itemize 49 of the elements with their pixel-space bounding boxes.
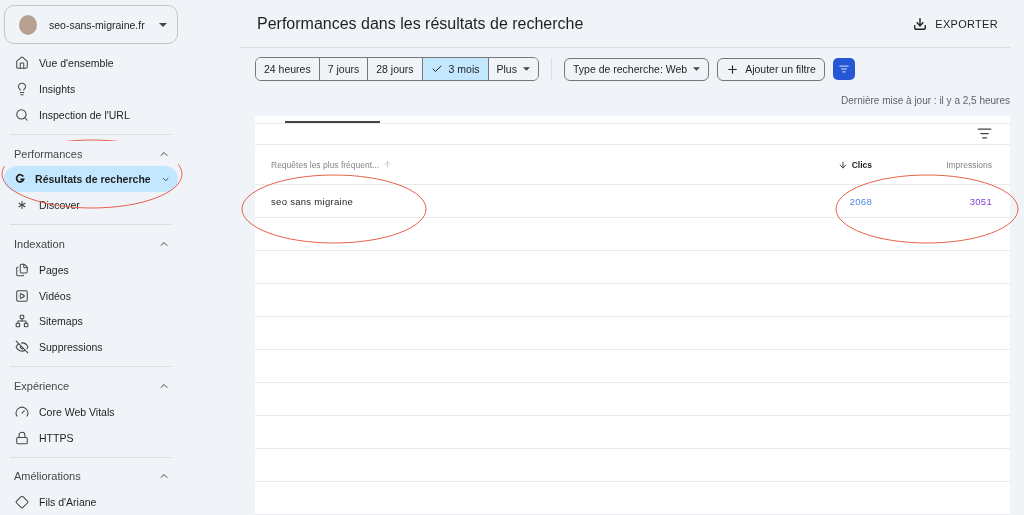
- column-header[interactable]: Impressions: [946, 159, 992, 170]
- sort-down-icon: [837, 159, 848, 170]
- export-button[interactable]: EXPORTER: [907, 15, 1004, 32]
- download-icon: [913, 16, 928, 31]
- home-icon: [15, 56, 29, 71]
- sidebar-item[interactable]: Sitemaps: [4, 308, 178, 335]
- sidebar-item[interactable]: Suppressions: [4, 334, 178, 361]
- filter-button[interactable]: [832, 58, 855, 80]
- table-cell: 3051: [969, 195, 992, 207]
- add-filter-button[interactable]: Ajouter un filtre: [717, 57, 825, 81]
- sidebar-item[interactable]: Inspection de l'URL: [4, 101, 178, 128]
- gauge-icon: [15, 404, 29, 419]
- lock-icon: [15, 430, 29, 445]
- dropdown-caret-icon: [693, 67, 701, 71]
- dropdown-caret-icon: [159, 22, 167, 27]
- table-cell: 2068: [849, 195, 872, 207]
- sidebar-item[interactable]: Résultats de recherche: [4, 166, 178, 193]
- date-range-button[interactable]: Plus: [487, 58, 538, 80]
- filter-icon[interactable]: [977, 126, 992, 142]
- pages-icon: [15, 262, 29, 277]
- diamond-icon: [15, 495, 29, 510]
- eye-off-icon: [15, 340, 29, 355]
- plus-icon: [726, 62, 740, 76]
- table-cell: seo sans migraine: [271, 195, 354, 207]
- sidebar-item[interactable]: Vue d'ensemble: [4, 50, 178, 77]
- sidebar-item[interactable]: Pages: [4, 256, 178, 283]
- sitemap-icon: [15, 314, 29, 329]
- sidebar-item[interactable]: HTTPS: [4, 424, 178, 451]
- column-header[interactable]: Clics: [837, 159, 872, 170]
- filter-icon: [838, 63, 849, 75]
- search-type-dropdown[interactable]: Type de recherche: Web: [563, 57, 710, 81]
- lightbulb-icon: [15, 82, 29, 96]
- section-header[interactable]: Performances: [4, 140, 178, 167]
- date-range-button[interactable]: 3 mois: [421, 58, 488, 80]
- search-icon: [15, 107, 29, 122]
- sidebar-item[interactable]: Vidéos: [4, 282, 178, 309]
- video-icon: [15, 288, 29, 303]
- sidebar-item[interactable]: Core Web Vitals: [4, 398, 178, 425]
- sidebar-item[interactable]: Discover: [4, 192, 178, 219]
- sort-up-icon: [383, 160, 393, 169]
- check-icon: [430, 63, 443, 75]
- sidebar-item[interactable]: Fils d'Ariane: [4, 489, 178, 515]
- dropdown-caret-icon: [522, 67, 530, 71]
- last-update-text: Dernière mise à jour : il y a 2,5 heures: [841, 95, 1010, 106]
- property-selector[interactable]: seo-sans-migraine.fr: [4, 5, 178, 45]
- sidebar-item[interactable]: Insights: [4, 76, 178, 102]
- page-title: Performances dans les résultats de recherche: [257, 14, 584, 33]
- column-header[interactable]: Requêtes les plus fréquent...: [271, 159, 393, 170]
- avatar: [19, 14, 37, 35]
